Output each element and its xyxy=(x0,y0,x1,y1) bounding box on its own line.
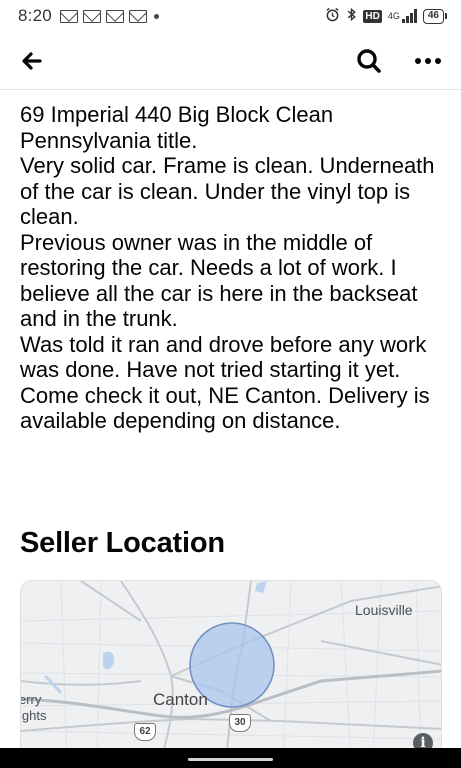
more-options-button[interactable] xyxy=(410,46,446,76)
description-line: Very solid car. Frame is clean. Undernea… xyxy=(20,153,435,229)
gmail-icon xyxy=(59,9,78,23)
home-gesture-handle[interactable] xyxy=(188,758,273,761)
gmail-icon xyxy=(105,9,124,23)
seller-location-map[interactable]: Louisville Canton erry ights 62 30 i xyxy=(20,580,442,760)
status-bar: 8:20 HD 4G 46 xyxy=(0,0,461,32)
gmail-icon xyxy=(128,9,147,23)
status-left: 8:20 xyxy=(18,6,159,26)
hd-voice-badge: HD xyxy=(363,9,382,23)
arrow-left-icon xyxy=(22,52,42,70)
description-line: Previous owner was in the middle of rest… xyxy=(20,229,418,332)
search-button[interactable] xyxy=(354,46,386,76)
search-icon xyxy=(357,49,381,73)
map-label-canton: Canton xyxy=(153,690,208,709)
seller-location-title: Seller Location xyxy=(20,527,225,559)
description-line: Come check it out, NE Canton. Delivery i… xyxy=(20,382,430,434)
route-shield-62: 62 xyxy=(134,723,156,741)
back-button[interactable] xyxy=(16,46,48,76)
map-label-louisville: Louisville xyxy=(355,602,413,618)
status-right: HD 4G 46 xyxy=(325,7,447,26)
description-line: 69 Imperial 440 Big Block Clean Pennsylv… xyxy=(20,102,334,153)
more-notifications-dot-icon xyxy=(153,13,159,19)
battery-level: 46 xyxy=(422,8,444,24)
route-shield-30: 30 xyxy=(229,714,251,732)
listing-description: 69 Imperial 440 Big Block Clean Pennsylv… xyxy=(20,102,445,434)
notification-icons xyxy=(59,9,159,23)
gmail-icon xyxy=(82,9,101,23)
map-label-heights: ights xyxy=(20,708,47,723)
battery-icon: 46 xyxy=(422,8,447,24)
map-label-perry: erry xyxy=(20,692,42,707)
network-type: 4G xyxy=(387,11,400,21)
signal-strength-icon xyxy=(401,9,417,23)
more-horizontal-icon xyxy=(415,58,441,64)
system-navigation-bar xyxy=(0,748,461,768)
description-line: Was told it ran and drove before any wor… xyxy=(20,331,427,383)
alarm-icon xyxy=(325,7,340,26)
status-time: 8:20 xyxy=(18,6,52,25)
bluetooth-icon xyxy=(346,7,357,26)
app-bar xyxy=(0,32,461,90)
